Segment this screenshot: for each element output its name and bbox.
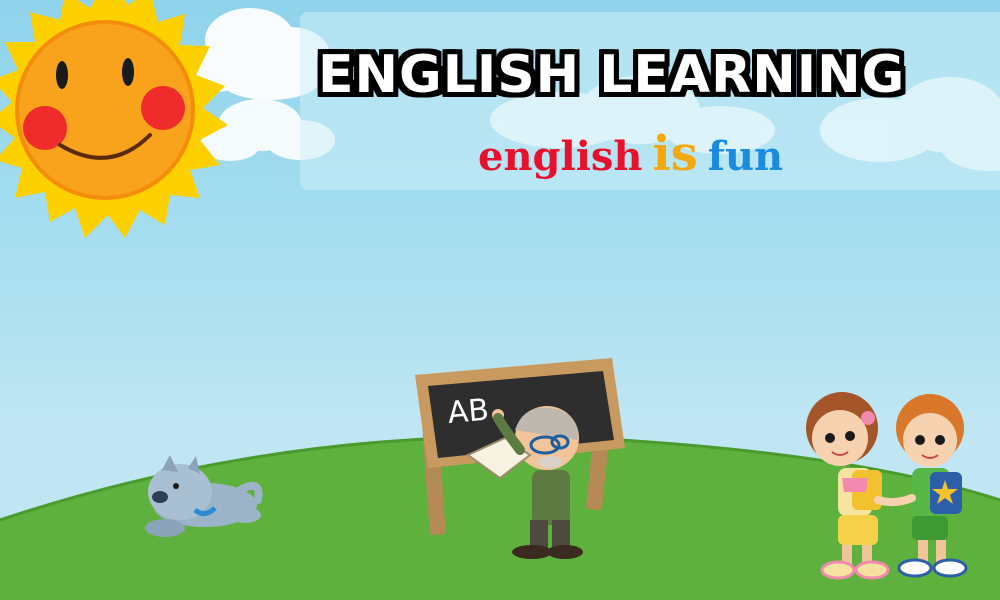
chalkboard-text: AB (446, 393, 490, 431)
kids-icon (806, 392, 968, 580)
characters: AB (145, 358, 968, 580)
dog-icon (145, 455, 263, 537)
game-scene: ENGLISH LEARNING english is fun AB (0, 0, 1000, 600)
